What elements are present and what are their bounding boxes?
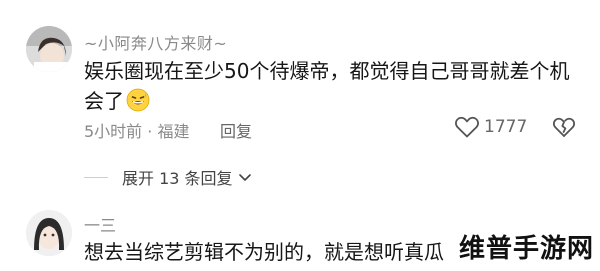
comment-text: 娱乐圈现在至少50个待爆帝，都觉得自己哥哥就差个机会了 <box>84 59 570 113</box>
divider <box>84 176 108 178</box>
comment-text: 想去当综艺剪辑不为别的，就是想听真瓜 <box>84 240 444 264</box>
reply-button[interactable]: 回复 <box>220 118 252 142</box>
chevron-down-icon <box>238 174 251 181</box>
dislike-button[interactable] <box>552 115 576 139</box>
grinning-sweat-emoji-icon <box>126 88 150 112</box>
watermark: 维普手游网 <box>458 234 594 264</box>
avatar-image <box>26 26 72 72</box>
expand-replies-label: 展开 13 条回复 <box>122 169 233 188</box>
comment-username[interactable]: 一三 <box>84 212 116 236</box>
like-button[interactable]: 1777 <box>454 115 527 139</box>
heart-icon <box>455 116 479 138</box>
avatar[interactable] <box>26 26 72 72</box>
avatar-image <box>26 210 72 256</box>
like-count: 1777 <box>484 117 528 137</box>
avatar[interactable] <box>26 210 72 256</box>
comment-username[interactable]: ~小阿奔八方来财~ <box>84 30 227 54</box>
comment-time-location: 5小时前 · 福建 <box>84 122 190 141</box>
expand-replies-button[interactable]: 展开 13 条回复 <box>84 165 253 189</box>
comment-list: ~小阿奔八方来财~ 娱乐圈现在至少50个待爆帝，都觉得自己哥哥就差个机会了 5小… <box>0 0 600 271</box>
comment-content: 娱乐圈现在至少50个待爆帝，都觉得自己哥哥就差个机会了 <box>84 56 584 116</box>
broken-heart-icon <box>553 117 575 137</box>
